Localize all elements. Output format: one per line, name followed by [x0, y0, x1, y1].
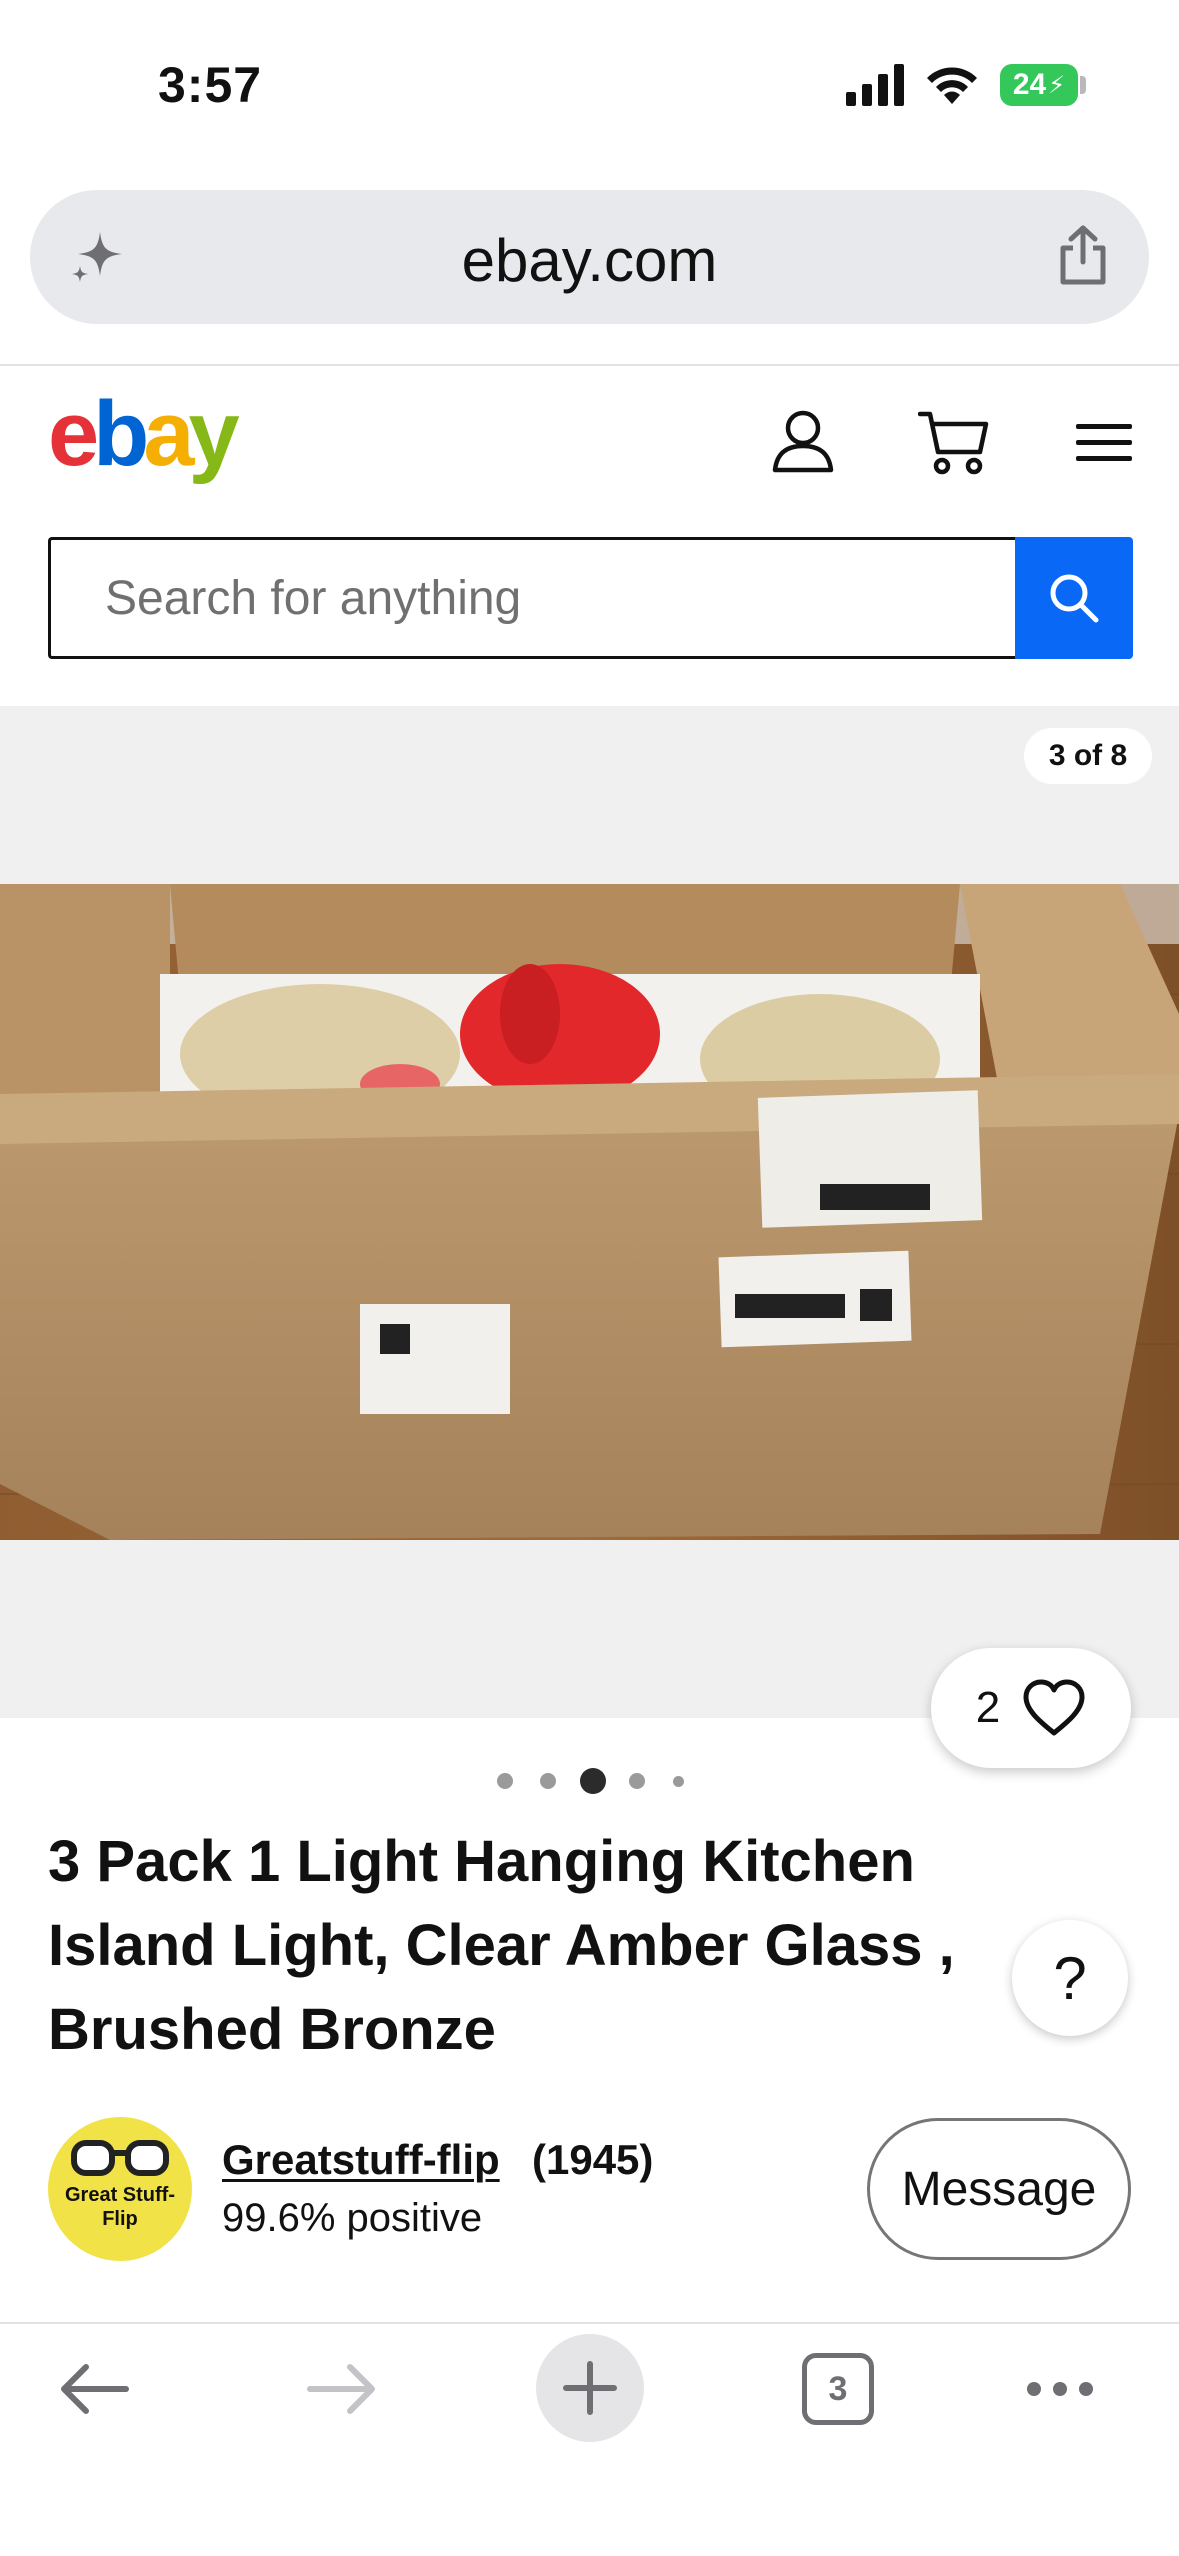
- battery-icon: 24 ⚡: [1000, 64, 1078, 106]
- help-button[interactable]: ?: [1012, 1920, 1128, 2036]
- heart-icon: [1023, 1679, 1085, 1736]
- tabs-icon: 3: [802, 2353, 874, 2425]
- back-button[interactable]: [44, 2334, 144, 2444]
- logo-letter-y: y: [188, 383, 240, 485]
- url-text: ebay.com: [461, 227, 718, 294]
- logo-letter-a: a: [143, 383, 194, 485]
- seller-positive-rating: 99.6% positive: [222, 2196, 483, 2240]
- search-input[interactable]: [105, 540, 985, 656]
- menu-icon[interactable]: [1074, 420, 1134, 466]
- pagination-dot[interactable]: [497, 1773, 513, 1789]
- divider: [0, 364, 1179, 366]
- cellular-signal-icon: [846, 64, 904, 106]
- back-arrow-icon: [61, 2364, 129, 2414]
- status-time: 3:57: [158, 57, 263, 113]
- ebay-logo[interactable]: ebay: [48, 384, 248, 484]
- forward-button[interactable]: [292, 2334, 392, 2444]
- search-icon: [1050, 574, 1099, 623]
- pagination-dot[interactable]: [540, 1773, 556, 1789]
- battery-nub: [1080, 76, 1086, 94]
- gallery-pagination: [0, 1768, 1179, 1794]
- watch-button[interactable]: 2: [931, 1648, 1131, 1768]
- seller-name-link[interactable]: Greatstuff-flip: [222, 2136, 500, 2184]
- status-bar: 3:57 24 ⚡: [0, 0, 1179, 170]
- pagination-dot-active[interactable]: [580, 1768, 606, 1794]
- more-icon: [1027, 2382, 1093, 2396]
- logo-letter-b: b: [93, 383, 149, 485]
- forward-arrow-icon: [307, 2364, 375, 2414]
- logo-letter-e: e: [48, 383, 99, 485]
- pagination-dot[interactable]: [629, 1773, 645, 1789]
- image-counter: 3 of 8: [1024, 728, 1152, 784]
- question-mark-icon: ?: [1053, 1944, 1087, 2012]
- wifi-icon: [927, 67, 977, 104]
- product-title: 3 Pack 1 Light Hanging Kitchen Island Li…: [48, 1829, 955, 2062]
- more-button[interactable]: [1010, 2334, 1110, 2444]
- share-icon[interactable]: [1055, 224, 1111, 286]
- search-button[interactable]: [1015, 537, 1133, 659]
- plus-icon: [563, 2361, 617, 2415]
- cart-icon[interactable]: [918, 408, 990, 476]
- message-button[interactable]: Message: [867, 2118, 1131, 2260]
- glasses-icon: [71, 2140, 169, 2176]
- address-bar[interactable]: ebay.com: [30, 190, 1149, 324]
- seller-avatar[interactable]: Great Stuff-Flip: [48, 2117, 192, 2261]
- tab-count: 3: [828, 2369, 848, 2408]
- product-image[interactable]: [0, 884, 1179, 1540]
- search-box[interactable]: [48, 537, 1016, 659]
- watch-count: 2: [975, 1683, 1001, 1732]
- avatar-text: Great Stuff-Flip: [65, 2184, 175, 2230]
- pagination-dot[interactable]: [672, 1775, 684, 1787]
- user-icon[interactable]: [770, 408, 836, 474]
- new-tab-button[interactable]: [536, 2334, 644, 2442]
- tabs-button[interactable]: 3: [788, 2334, 888, 2444]
- seller-feedback-count: (1945): [532, 2136, 654, 2183]
- battery-level: 24: [1012, 68, 1047, 101]
